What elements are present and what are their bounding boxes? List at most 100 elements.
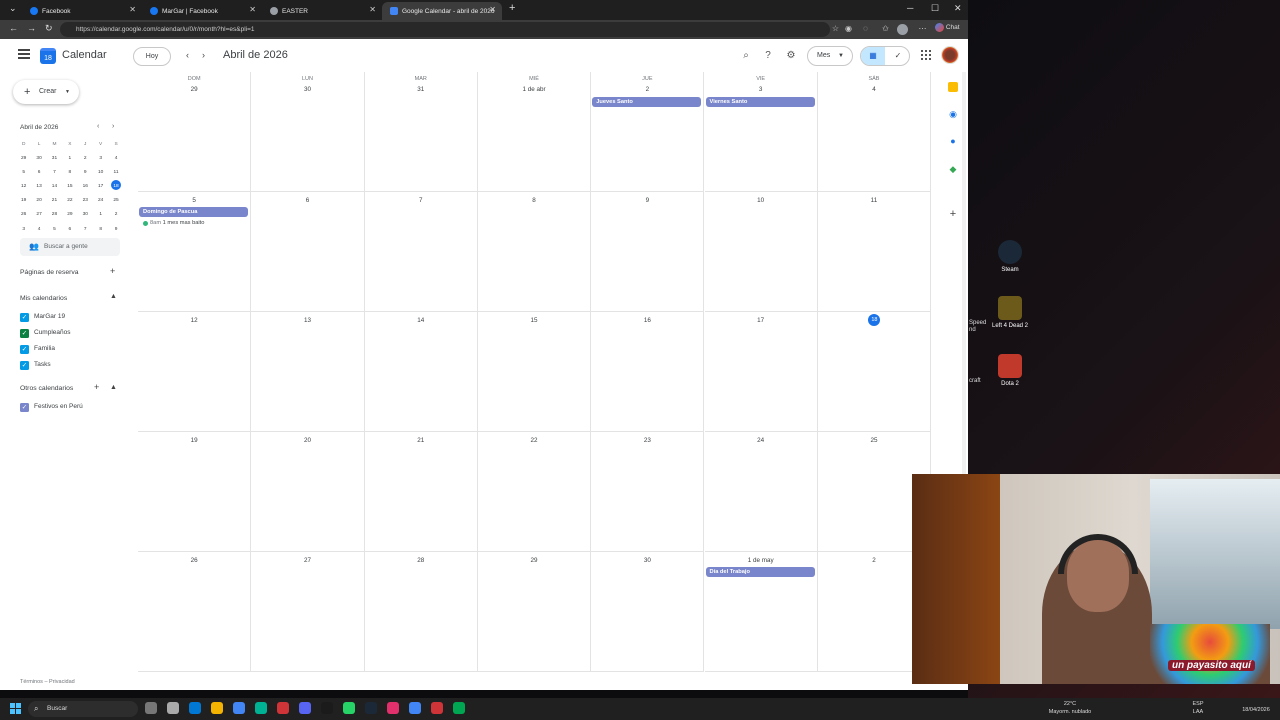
taskbar-app-icon[interactable] (343, 702, 355, 714)
mini-day[interactable]: 24 (93, 194, 108, 208)
favorites-icon[interactable]: ✩ (880, 24, 891, 35)
date-number[interactable]: 30 (251, 86, 363, 93)
main-menu-icon[interactable] (18, 49, 30, 62)
mini-day[interactable]: 13 (31, 180, 46, 194)
mini-day[interactable]: 20 (31, 194, 46, 208)
taskbar-app-icon[interactable] (299, 702, 311, 714)
day-cell[interactable]: MAR 31 (364, 72, 478, 192)
mini-day[interactable]: 30 (78, 208, 93, 222)
tasks-icon[interactable]: ◉ (948, 109, 958, 119)
day-cell[interactable]: 29 (477, 552, 592, 672)
date-number[interactable]: 14 (365, 317, 477, 324)
date-number[interactable]: 13 (251, 317, 363, 324)
taskbar-app-icon[interactable] (211, 702, 223, 714)
next-period-icon[interactable]: › (202, 50, 205, 60)
mini-day[interactable]: 15 (62, 180, 77, 194)
day-cell[interactable]: 8 (477, 192, 592, 312)
mini-day[interactable]: 11 (108, 166, 123, 180)
mini-day[interactable]: 21 (47, 194, 62, 208)
mini-day[interactable]: 3 (93, 152, 108, 166)
date-number[interactable]: 2 (591, 86, 703, 93)
date-number[interactable]: 19 (138, 437, 250, 444)
taskbar-app-icon[interactable] (167, 702, 179, 714)
taskbar-app-icon[interactable] (255, 702, 267, 714)
date-number[interactable]: 9 (591, 197, 703, 204)
taskbar-search-input[interactable]: ⌕ Buscar (28, 701, 138, 717)
profile-icon[interactable] (897, 24, 908, 35)
checkbox-checked-icon[interactable]: ✓ (20, 328, 29, 338)
checkbox-checked-icon[interactable]: ✓ (20, 402, 29, 412)
desktop-icon-steam[interactable]: Steam (982, 240, 1038, 273)
calendar-item[interactable]: ✓ Festivos en Perú (20, 402, 83, 412)
calendar-item[interactable]: ✓ MarGar 19 (20, 312, 65, 322)
date-number[interactable]: 1 de abr (478, 86, 590, 93)
mini-day[interactable]: 3 (16, 223, 31, 237)
account-avatar[interactable] (941, 46, 959, 64)
day-cell[interactable]: 12 (138, 312, 252, 432)
search-icon[interactable]: ⌕ (739, 49, 753, 63)
day-cell[interactable]: 30 (591, 552, 705, 672)
date-number[interactable]: 6 (251, 197, 363, 204)
date-number[interactable]: 4 (818, 86, 930, 93)
day-cell[interactable]: 6 (251, 192, 365, 312)
taskbar-app-icon[interactable] (431, 702, 443, 714)
close-tab-icon[interactable]: ✕ (129, 5, 136, 14)
day-cell[interactable]: 24 (704, 432, 818, 552)
taskbar-app-icon[interactable] (145, 702, 157, 714)
today-date-number[interactable]: 18 (868, 314, 881, 326)
date-number[interactable]: 15 (478, 317, 590, 324)
mini-day[interactable]: 31 (47, 152, 62, 166)
date-number[interactable]: 8 (478, 197, 590, 204)
all-day-event[interactable]: Jueves Santo (592, 97, 702, 107)
mini-next-month-icon[interactable]: › (112, 123, 114, 130)
mini-day[interactable]: 19 (16, 194, 31, 208)
mini-day[interactable]: 25 (108, 194, 123, 208)
mini-day[interactable]: 29 (16, 152, 31, 166)
day-cell[interactable]: 17 (704, 312, 818, 432)
day-cell[interactable]: 14 (364, 312, 478, 432)
start-windows-icon[interactable] (10, 703, 21, 714)
date-number[interactable]: 31 (365, 86, 477, 93)
date-number[interactable]: 1 de may (705, 557, 817, 564)
day-cell[interactable]: 15 (477, 312, 592, 432)
keep-icon[interactable] (948, 82, 958, 92)
date-number[interactable]: 20 (251, 437, 363, 444)
mini-day[interactable]: 12 (16, 180, 31, 194)
date-number[interactable]: 26 (138, 557, 250, 564)
date-number[interactable]: 21 (365, 437, 477, 444)
new-tab-icon[interactable]: + (509, 2, 515, 14)
my-calendars-heading[interactable]: Mis calendarios (20, 295, 67, 302)
date-number[interactable]: 29 (478, 557, 590, 564)
taskbar-app-icon[interactable] (409, 702, 421, 714)
day-cell[interactable]: 18 (817, 312, 932, 432)
day-cell[interactable]: DOM 29 (138, 72, 252, 192)
day-cell[interactable]: 20 (251, 432, 365, 552)
day-cell[interactable]: 7 (364, 192, 478, 312)
mini-day[interactable]: 7 (78, 223, 93, 237)
settings-gear-icon[interactable]: ⚙ (784, 49, 798, 63)
url-field[interactable]: https://calendar.google.com/calendar/u/0… (60, 22, 830, 37)
people-search-input[interactable]: 👥 Buscar a gente (20, 238, 120, 256)
mini-day[interactable]: 7 (47, 166, 62, 180)
maximize-icon[interactable]: ☐ (931, 3, 939, 14)
bookmark-star-icon[interactable]: ☆ (830, 24, 841, 35)
date-number[interactable]: 3 (705, 86, 817, 93)
mini-day[interactable]: 1 (62, 152, 77, 166)
calendar-item[interactable]: ✓ Tasks (20, 360, 51, 370)
tab-margar-facebook[interactable]: MarGar | Facebook ✕ (142, 2, 262, 20)
day-cell[interactable]: VIE 3 (704, 72, 818, 192)
terms-privacy-links[interactable]: Términos – Privacidad (20, 679, 75, 685)
back-icon[interactable]: ← (9, 23, 18, 33)
tasks-view-toggle-icon[interactable]: ✓ (886, 47, 909, 65)
day-cell[interactable]: 19 (138, 432, 252, 552)
close-tab-icon[interactable]: ✕ (249, 5, 256, 14)
date-number[interactable]: 23 (591, 437, 703, 444)
day-cell[interactable]: 23 (591, 432, 705, 552)
create-button[interactable]: + Crear ▼ (13, 80, 79, 104)
mini-day[interactable]: 23 (78, 194, 93, 208)
date-number[interactable]: 10 (705, 197, 817, 204)
date-number[interactable]: 5 (138, 197, 250, 204)
all-day-event[interactable]: Domingo de Pascua (139, 207, 249, 217)
mini-day[interactable]: 9 (108, 223, 123, 237)
close-tab-icon[interactable]: ✕ (489, 5, 496, 14)
